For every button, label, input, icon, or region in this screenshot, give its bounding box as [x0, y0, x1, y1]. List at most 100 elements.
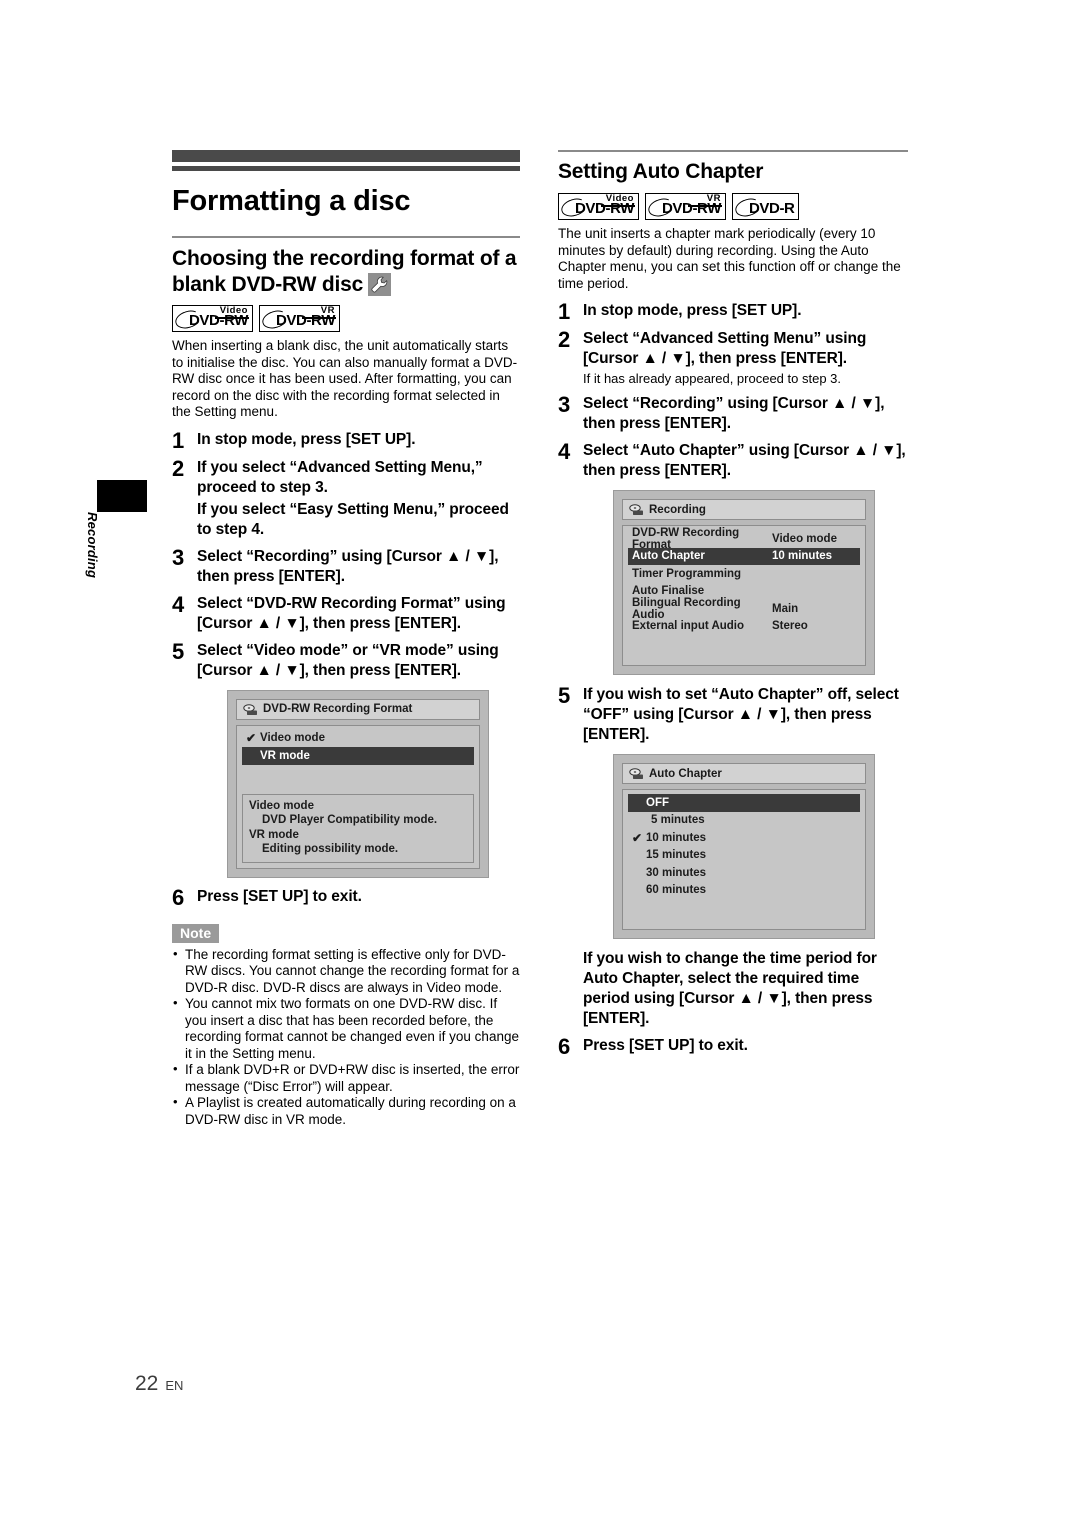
disc-recorder-icon: [243, 703, 258, 716]
osd-option-label: 30 minutes: [646, 866, 707, 879]
osd-option-row[interactable]: 5 minutes: [628, 812, 860, 830]
disc-logo-sup-rule: [301, 317, 336, 319]
intro-paragraph: When inserting a blank disc, the unit au…: [172, 338, 518, 420]
osd-menu-row[interactable]: DVD-RW Recording Format Video mode: [628, 527, 860, 551]
osd-option-label: VR mode: [260, 749, 310, 762]
step-text: Select “Recording” using [Cursor ▲ / ▼],…: [197, 547, 499, 585]
step-item: 3 Select “Recording” using [Cursor ▲ / ▼…: [172, 544, 520, 587]
disc-logos-left: Video DVD-RW VR DVD-RW: [172, 305, 520, 333]
osd-body: OFF 5 minutes ✔ 10 minutes 15 minutes 30…: [622, 789, 866, 931]
osd-recording-menu: Recording DVD-RW Recording Format Video …: [613, 490, 875, 676]
page-number: 22: [135, 1372, 159, 1395]
closing-paragraph-block: If you wish to change the time period fo…: [583, 949, 908, 1029]
check-icon: ✔: [632, 830, 643, 845]
step-item: 4 Select “Auto Chapter” using [Cursor ▲ …: [558, 441, 908, 481]
disc-logo-sup: VR: [320, 305, 335, 317]
step-item: 4 Select “DVD-RW Recording Format” using…: [172, 591, 520, 634]
step-text: Select “Advanced Setting Menu” using [Cu…: [583, 330, 867, 368]
left-column: Formatting a disc Choosing the recording…: [172, 150, 520, 1128]
section-rule: [558, 150, 908, 152]
step-item: 6 Press [SET UP] to exit.: [558, 1036, 908, 1058]
osd-option-label: OFF: [646, 796, 669, 809]
step-number: 2: [558, 327, 571, 353]
disc-logo-dvd-rw-video: Video DVD-RW: [558, 193, 639, 221]
intro-paragraph: The unit inserts a chapter mark periodic…: [558, 226, 901, 291]
note-item: If a blank DVD+R or DVD+RW disc is inser…: [172, 1061, 520, 1095]
osd-title-bar: Auto Chapter: [622, 763, 866, 785]
step-text: In stop mode, press [SET UP].: [583, 302, 802, 320]
disc-logo-dvd-rw-video: Video DVD-RW: [172, 305, 253, 333]
disc-logo-sup-rule: [600, 205, 635, 207]
page-title: Formatting a disc: [172, 185, 411, 217]
step-item: 3 Select “Recording” using [Cursor ▲ / ▼…: [558, 394, 908, 434]
note-item: The recording format setting is effectiv…: [172, 946, 520, 997]
osd-spacer: [242, 776, 474, 787]
osd-option-row[interactable]: VR mode: [242, 747, 474, 765]
disc-logo-sup: Video: [219, 305, 248, 317]
check-icon: ✔: [246, 731, 257, 746]
step-number: 5: [558, 683, 571, 709]
osd-option-label: 60 minutes: [646, 884, 707, 897]
osd-auto-chapter-menu: Auto Chapter OFF 5 minutes ✔ 10 minutes …: [613, 754, 875, 940]
section-title: Choosing the recording format of a blank…: [172, 246, 520, 297]
osd-option-row[interactable]: OFF: [628, 794, 860, 812]
step-text: Select “Recording” using [Cursor ▲ / ▼],…: [583, 395, 885, 433]
osd-body: ✔ Video mode VR mode Video mode DVD Play…: [236, 724, 480, 869]
osd-menu-value: Main: [772, 602, 799, 615]
step-text: If you select “Advanced Setting Menu,” p…: [197, 458, 483, 496]
step-number: 1: [172, 427, 185, 453]
step-number: 1: [558, 299, 571, 325]
disc-logo-dvd-rw-vr: VR DVD-RW: [258, 305, 340, 333]
osd-menu-label: External input Audio: [632, 620, 745, 633]
step-text: In stop mode, press [SET UP].: [197, 430, 416, 448]
osd-title-text: Auto Chapter: [649, 767, 722, 780]
step-item: 5 If you wish to set “Auto Chapter” off,…: [558, 685, 908, 745]
note-badge: Note: [172, 923, 220, 943]
osd-option-row[interactable]: ✔ 10 minutes: [628, 829, 860, 847]
step-item: 6 Press [SET UP] to exit.: [172, 886, 520, 908]
osd-menu-value: Video mode: [772, 532, 837, 545]
step-text: Select “DVD-RW Recording Format” using […: [197, 594, 506, 632]
osd-menu-row[interactable]: Bilingual Recording Audio Main: [628, 596, 860, 621]
step-subtext: If it has already appeared, proceed to s…: [583, 371, 842, 387]
step-text: If you wish to set “Auto Chapter” off, s…: [583, 686, 899, 744]
step-number: 5: [172, 638, 185, 664]
step-text: Press [SET UP] to exit.: [197, 887, 362, 905]
osd-menu-value: 10 minutes: [772, 550, 833, 563]
section-rule: [172, 236, 520, 238]
note-item: You cannot mix two formats on one DVD-RW…: [172, 995, 520, 1062]
osd-menu-value: Stereo: [772, 620, 808, 633]
title-rule-thin: [172, 166, 520, 171]
osd-option-row[interactable]: ✔ Video mode: [242, 730, 474, 748]
osd-desc-line: DVD Player Compatibility mode.: [262, 814, 438, 827]
step-text: Press [SET UP] to exit.: [583, 1037, 748, 1055]
closing-paragraph: If you wish to change the time period fo…: [583, 950, 877, 1028]
osd-menu-row[interactable]: External input Audio Stereo: [628, 618, 860, 636]
osd-menu-label: Bilingual Recording Audio: [632, 596, 741, 621]
osd-desc-line: Video mode: [249, 799, 314, 812]
step-item: 2 Select “Advanced Setting Menu” using […: [558, 329, 908, 387]
disc-recorder-icon: [629, 767, 644, 780]
osd-dvd-rw-recording-format: DVD-RW Recording Format ✔ Video mode VR …: [227, 689, 489, 878]
osd-option-row[interactable]: 30 minutes: [628, 864, 860, 882]
wrench-icon: [368, 272, 392, 296]
osd-spacer: [242, 765, 474, 776]
osd-option-label: 10 minutes: [646, 831, 707, 844]
step-item: 5 Select “Video mode” or “VR mode” using…: [172, 638, 520, 681]
disc-logo-dvd-rw-vr: VR DVD-RW: [644, 193, 726, 221]
step-item: 1 In stop mode, press [SET UP].: [172, 427, 520, 453]
disc-logo-sup: Video: [605, 193, 634, 205]
osd-menu-row[interactable]: Auto Chapter 10 minutes: [628, 547, 860, 566]
osd-option-label: 5 minutes: [651, 814, 705, 827]
osd-menu-row[interactable]: Timer Programming: [628, 565, 860, 583]
step-number: 3: [172, 544, 185, 570]
disc-logo-sup-rule: [687, 205, 722, 207]
osd-option-row[interactable]: 60 minutes: [628, 882, 860, 900]
disc-recorder-icon: [629, 503, 644, 516]
disc-logo-dvd-r: DVD-R: [731, 193, 800, 221]
osd-desc-line: VR mode: [249, 828, 299, 841]
osd-option-row[interactable]: 15 minutes: [628, 847, 860, 865]
section-title: Setting Auto Chapter: [558, 160, 764, 183]
step-number: 4: [172, 591, 185, 617]
page-footer: 22 EN: [135, 1372, 183, 1396]
